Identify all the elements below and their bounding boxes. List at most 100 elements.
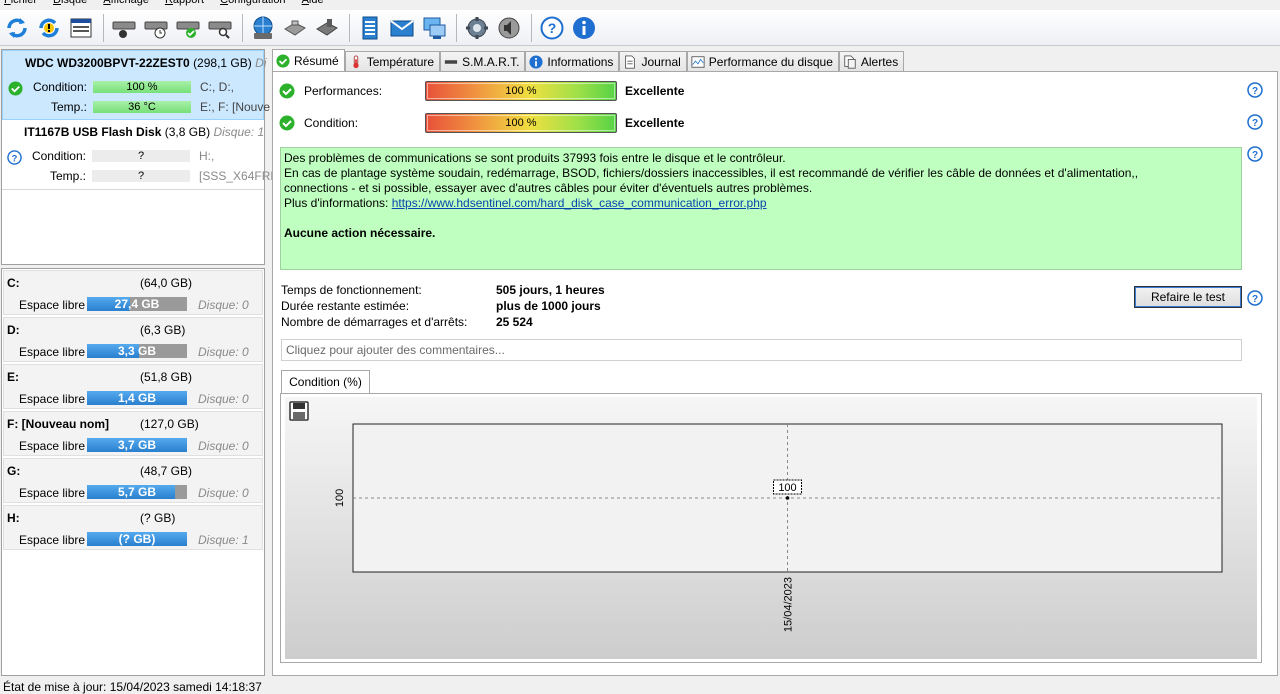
condition-value: 100 % [505, 117, 537, 129]
start-stop-label: Nombre de démarrages et d'arrêts: [281, 315, 468, 329]
report-icon[interactable] [355, 13, 385, 43]
toolbar-separator [349, 13, 350, 42]
retest-button[interactable]: Refaire le test [1134, 286, 1242, 308]
disk-size: (3,8 GB) [164, 125, 211, 139]
toolbar-separator [242, 13, 243, 42]
disk-title: IT1167B USB Flash Disk (3,8 GB) Disque: … [24, 125, 264, 139]
free-space-bar: 5,7 GB [87, 485, 187, 499]
disk-name: IT1167B USB Flash Disk [24, 125, 162, 139]
condition-gauge: 100 % [425, 113, 617, 133]
help-icon[interactable]: ? [537, 13, 567, 43]
tab-bar: Résumé Température S.M.A.R.T. Informatio… [272, 49, 905, 72]
disk-test-icon[interactable] [109, 13, 139, 43]
menu-disque[interactable]: Disque [49, 0, 99, 8]
sound-icon[interactable] [494, 13, 524, 43]
help-icon[interactable]: ? [1247, 290, 1263, 306]
svg-text:?: ? [548, 20, 557, 36]
menu-aide[interactable]: Aide [298, 0, 336, 8]
uptime-value: 505 jours, 1 heures [496, 283, 605, 297]
temp-label: Temp.: [50, 100, 87, 114]
refresh-icon[interactable] [2, 13, 32, 43]
status-ok-icon [276, 54, 290, 68]
tab-performance[interactable]: Performance du disque [686, 51, 839, 72]
disk-item-wdc[interactable]: WDC WD3200BPVT-22ZEST0 (298,1 GB) Di Con… [2, 50, 270, 120]
condition-chart: 100 15/04/2023 100 [334, 423, 1223, 632]
free-space-label: Espace libre [19, 533, 86, 547]
temp-bar: ? [92, 170, 190, 182]
performance-gauge: 100 % [425, 81, 617, 101]
free-space-label: Espace libre [19, 392, 86, 406]
temp-bar: 36 °C [93, 101, 191, 113]
svg-text:?: ? [1252, 150, 1258, 161]
thermometer-icon [353, 55, 359, 69]
document-icon [625, 55, 636, 69]
disk-condition-row: Condition: 100 % C:, D:, [3, 80, 267, 94]
alert-document-icon [844, 55, 856, 69]
network-monitor-icon[interactable] [419, 13, 449, 43]
disk-drives: [SSS_X64FRE [199, 169, 279, 183]
settings-icon[interactable] [462, 13, 492, 43]
volume-disk: Disque: 1 [198, 533, 249, 547]
more-info-link[interactable]: https://www.hdsentinel.com/hard_disk_cas… [392, 196, 767, 210]
disk-search-icon[interactable] [205, 13, 235, 43]
tab-informations[interactable]: Informations [525, 51, 620, 72]
comment-field[interactable]: Cliquez pour ajouter des commentaires... [281, 339, 1242, 361]
help-icon[interactable]: ? [1247, 146, 1263, 162]
condition-label: Condition: [304, 116, 359, 130]
free-space-value: (? GB) [118, 532, 156, 546]
volume-disk: Disque: 0 [198, 486, 249, 500]
help-icon[interactable]: ? [1247, 114, 1263, 130]
volume-item[interactable]: F: [Nouveau nom] (127,0 GB) Espace libre… [3, 411, 263, 456]
tab-label: Informations [547, 55, 614, 69]
disk-drives: H:, [199, 149, 215, 163]
tab-label: Température [366, 55, 435, 69]
menu-rapport[interactable]: Rapport [161, 0, 216, 8]
condition-label: Condition: [31, 149, 86, 163]
disk-list-icon[interactable] [66, 13, 96, 43]
menu-affichage[interactable]: Affichage [99, 0, 161, 8]
volume-item[interactable]: E: (51,8 GB) Espace libre 1,4 GB Disque:… [3, 364, 263, 409]
more-info-label: Plus d'informations: [284, 196, 389, 210]
tab-smart[interactable]: S.M.A.R.T. [440, 51, 526, 72]
tab-label: S.M.A.R.T. [462, 55, 520, 69]
status-ok-icon [279, 83, 295, 99]
disk-size: (298,1 GB) [193, 56, 252, 70]
info-icon[interactable] [569, 13, 599, 43]
menu-fichier[interactable]: Fichier [0, 0, 49, 8]
volume-item[interactable]: D: (6,3 GB) Espace libre 3,3 GB Disque: … [3, 317, 263, 362]
volume-item[interactable]: C: (64,0 GB) Espace libre 27,4 GB Disque… [3, 270, 263, 315]
tab-journal[interactable]: Journal [619, 51, 687, 72]
free-space-label: Espace libre [19, 439, 86, 453]
action-message: Aucune action nécessaire. [284, 226, 436, 240]
tab-temperature[interactable]: Température [344, 51, 441, 72]
free-space-label: Espace libre [19, 345, 86, 359]
condition-row: Condition: 100 % Excellente [279, 113, 1269, 133]
removable-device-icon[interactable] [312, 13, 342, 43]
email-icon[interactable] [387, 13, 417, 43]
remaining-label: Durée restante estimée: [281, 299, 410, 313]
menu-configuration[interactable]: Configuration [216, 0, 297, 8]
network-disk-icon[interactable] [248, 13, 278, 43]
disk-ok-icon[interactable] [173, 13, 203, 43]
performance-value: 100 % [505, 85, 537, 97]
disk-schedule-icon[interactable] [141, 13, 171, 43]
chart-panel: 100 15/04/2023 100 [280, 393, 1262, 663]
refresh-warning-icon[interactable] [34, 13, 64, 43]
volume-item[interactable]: G: (48,7 GB) Espace libre 5,7 GB Disque:… [3, 458, 263, 503]
svg-text:?: ? [1252, 86, 1258, 97]
free-space-bar: 3,3 GB [87, 344, 187, 358]
disk-item-usb[interactable]: IT1167B USB Flash Disk (3,8 GB) Disque: … [2, 120, 278, 190]
disk-temp-row: Temp.: 36 °C E:, F: [Nouve [3, 100, 270, 114]
volume-size: (? GB) [140, 511, 176, 525]
tab-label: Résumé [294, 54, 339, 68]
volume-item[interactable]: H: (? GB) Espace libre (? GB) Disque: 1 [3, 505, 263, 550]
tab-label: Performance du disque [708, 55, 833, 69]
x-tick-label: 15/04/2023 [783, 577, 795, 632]
free-space-label: Espace libre [19, 298, 86, 312]
help-icon[interactable]: ? [1247, 82, 1263, 98]
tab-resume[interactable]: Résumé [272, 49, 345, 72]
usb-device-icon[interactable] [280, 13, 310, 43]
tab-alertes[interactable]: Alertes [838, 51, 905, 72]
tab-condition-chart[interactable]: Condition (%) [281, 370, 370, 394]
free-space-bar: 3,7 GB [87, 438, 187, 452]
